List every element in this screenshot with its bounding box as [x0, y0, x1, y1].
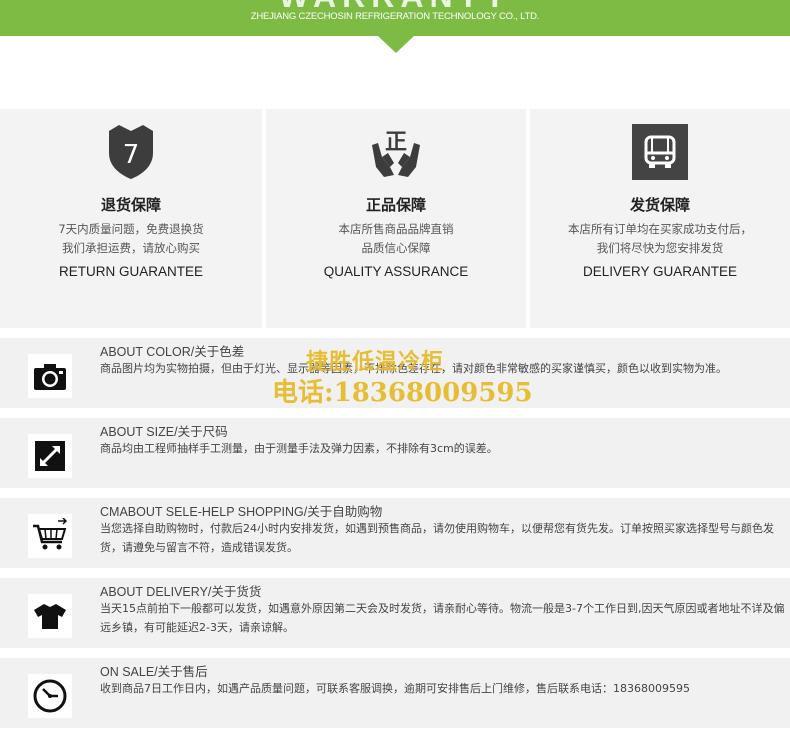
about-title: ABOUT SIZE/关于尺码	[100, 425, 228, 439]
about-icon-box	[28, 354, 72, 398]
guarantee-title: 发货保障	[629, 196, 690, 214]
camera-icon	[34, 364, 66, 390]
about-size-row: ABOUT SIZE/关于尺码 商品均由工程师抽样手工测量，由于测量手法及弹力因…	[0, 418, 790, 488]
header-title-clip: WARRANTY	[0, 0, 790, 8]
guarantee-english: RETURN GUARANTEE	[58, 264, 203, 279]
watermark-phone: 电话:18368009595	[272, 378, 533, 408]
header-notch-arrow	[378, 36, 414, 53]
header-banner: WARRANTY ZHEJIANG CZECHOSIN REFRIGERATIO…	[0, 0, 790, 36]
guarantee-line: 本店所售商品品牌直销	[338, 222, 454, 236]
about-icon-box	[28, 434, 72, 478]
about-title: ABOUT DELIVERY/关于货货	[100, 585, 262, 599]
guarantee-line: 我们将尽快为您安排发货	[596, 241, 724, 255]
about-body: 当天15点前拍下一般都可以发货，如遇意外原因第二天会及时发货，请亲耐心等待。物流…	[100, 602, 785, 634]
svg-text:正: 正	[385, 130, 407, 155]
about-body: 商品均由工程师抽样手工测量，由于测量手法及弹力因素，不排除有3cm的误差。	[100, 442, 498, 455]
truck-icon	[632, 124, 688, 180]
ruler-size-icon	[35, 441, 65, 471]
guarantee-quality: 正 正品保障 本店所售商品品牌直销 品质信心保障 QUALITY ASSURAN…	[266, 109, 526, 328]
genuine-hands-icon: 正	[372, 130, 420, 177]
guarantee-title: 正品保障	[365, 196, 426, 214]
tshirt-icon	[34, 604, 66, 629]
guarantee-line: 本店所有订单均在买家成功支付后，	[568, 222, 752, 236]
about-icon-box	[28, 674, 72, 718]
guarantee-english: DELIVERY GUARANTEE	[582, 264, 738, 279]
guarantee-title: 退货保障	[100, 196, 161, 214]
about-title: ABOUT COLOR/关于色差	[100, 345, 245, 359]
guarantee-line: 品质信心保障	[361, 241, 431, 255]
about-body: 当您选择自助购物时，付款后24小时内安排发货，如遇到预售商品，请勿使用购物车，以…	[100, 522, 774, 554]
guarantee-english: QUALITY ASSURANCE	[323, 264, 469, 279]
header-title: WARRANTY	[0, 0, 790, 8]
guarantee-return: 7 退货保障 7天内质量问题，免费退换货 我们承担运费，请放心购买 RETURN…	[0, 109, 262, 328]
about-icon-box	[28, 514, 72, 558]
about-shopping-row: CMABOUT SELE-HELP SHOPPING/关于自助购物 当您选择自助…	[0, 498, 790, 568]
about-after-sale-row: ON SALE/关于售后 收到商品7日工作日内，如遇产品质量问题，可联系客服调换…	[0, 658, 790, 728]
seven-shield-icon: 7	[109, 125, 153, 179]
about-title: ON SALE/关于售后	[100, 665, 208, 679]
shopping-cart-icon	[33, 518, 68, 550]
about-icon-box	[28, 594, 72, 638]
guarantee-line: 我们承担运费，请放心购买	[62, 241, 200, 255]
svg-text:7: 7	[123, 140, 140, 170]
about-delivery-row: ABOUT DELIVERY/关于货货 当天15点前拍下一般都可以发货，如遇意外…	[0, 578, 790, 648]
about-body: 收到商品7日工作日内，如遇产品质量问题，可联系客服调换，逾期可安排售后上门维修，…	[100, 682, 690, 695]
guarantee-delivery: 发货保障 本店所有订单均在买家成功支付后， 我们将尽快为您安排发货 DELIVE…	[530, 109, 790, 328]
about-title: CMABOUT SELE-HELP SHOPPING/关于自助购物	[100, 505, 383, 519]
guarantee-section: 7 退货保障 7天内质量问题，免费退换货 我们承担运费，请放心购买 RETURN…	[0, 109, 790, 328]
company-name: ZHEJIANG CZECHOSIN REFRIGERATION TECHNOL…	[250, 11, 540, 22]
clock-icon	[33, 679, 67, 713]
guarantee-line: 7天内质量问题，免费退换货	[58, 222, 204, 236]
